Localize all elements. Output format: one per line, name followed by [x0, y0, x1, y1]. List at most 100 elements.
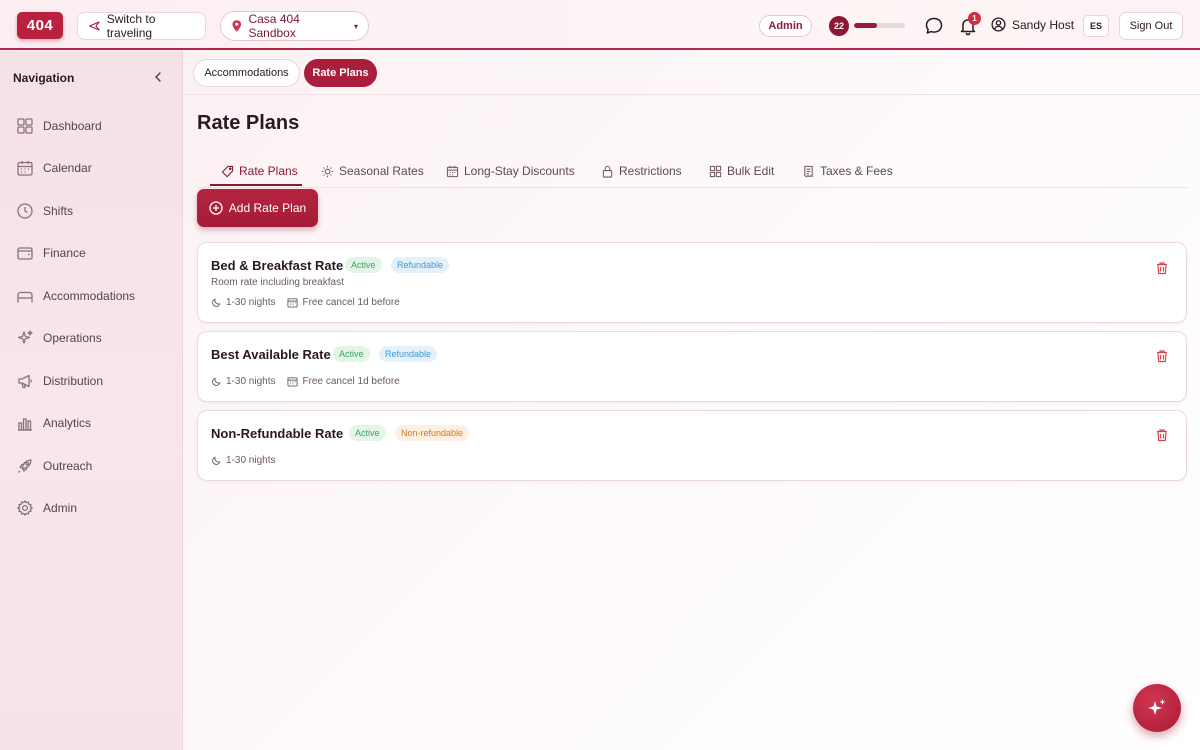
tab-rate-plans[interactable]: Rate Plans [221, 156, 298, 186]
sidebar-title: Navigation [13, 71, 75, 85]
calendar-icon [17, 161, 33, 176]
level-progress-bar [854, 23, 905, 28]
rate-plan-tabs: Rate Plans Seasonal Rates Long-Stay Disc… [197, 150, 1188, 188]
add-rate-plan-label: Add Rate Plan [228, 201, 307, 215]
tab-label: Rate Plans [239, 164, 298, 178]
sidebar-item-calendar[interactable]: Calendar [16, 156, 92, 180]
nights-range: 1-30 nights [226, 297, 276, 308]
user-name: Sandy Host [1012, 17, 1075, 32]
tab-label: Taxes & Fees [820, 164, 893, 178]
sidebar-item-label: Distribution [43, 374, 104, 388]
property-name: Casa 404 Sandbox [248, 12, 300, 40]
tab-restrictions[interactable]: Restrictions [601, 156, 682, 186]
sidebar-item-label: Shifts [43, 204, 74, 218]
language-toggle[interactable]: ES [1083, 15, 1109, 37]
ai-assistant-button[interactable] [1133, 684, 1181, 732]
tab-label: Bulk Edit [727, 164, 775, 178]
sidebar-item-label: Calendar [43, 161, 92, 175]
switch-mode-label: Switch to traveling [106, 12, 156, 40]
tab-label: Restrictions [619, 164, 682, 178]
add-rate-plan-button[interactable]: Add Rate Plan [197, 189, 318, 227]
refund-badge: Refundable [379, 346, 438, 362]
grid-icon [709, 165, 722, 177]
status-badge: Active [349, 425, 386, 441]
sidebar-item-label: Accommodations [43, 289, 136, 303]
trash-icon[interactable] [1155, 428, 1169, 442]
clock-icon [17, 203, 33, 219]
rate-plan-card[interactable]: Best Available Rate Active Refundable 1-… [197, 331, 1187, 402]
rate-plan-card[interactable]: Non-Refundable Rate Active Non-refundabl… [197, 410, 1187, 481]
sign-out-button[interactable]: Sign Out [1119, 12, 1183, 40]
sidebar-item-label: Outreach [43, 459, 93, 473]
tab-label: Seasonal Rates [339, 164, 424, 178]
tab-taxes-fees[interactable]: Taxes & Fees [802, 156, 893, 186]
top-bar: 404 Switch to traveling Casa 404 Sandbox… [0, 0, 1200, 50]
moon-icon [212, 377, 221, 386]
role-badge: Admin [759, 15, 812, 37]
calendar-icon [446, 165, 459, 177]
tab-bulk-edit[interactable]: Bulk Edit [709, 156, 774, 186]
rate-plan-card[interactable]: Bed & Breakfast Rate Active Refundable R… [197, 242, 1187, 323]
sidebar-item-accommodations[interactable]: Accommodations [16, 284, 135, 308]
section-subtabs: Accommodations Rate Plans [184, 51, 1200, 95]
sidebar-item-admin[interactable]: Admin [16, 496, 77, 520]
wallet-icon [17, 247, 33, 260]
sparkles-icon [1148, 699, 1166, 715]
sidebar-item-outreach[interactable]: Outreach [16, 454, 92, 478]
trash-icon[interactable] [1155, 349, 1169, 363]
nights-range: 1-30 nights [226, 455, 276, 466]
trash-icon[interactable] [1155, 261, 1169, 275]
switch-mode-button[interactable]: Switch to traveling [77, 12, 206, 40]
bed-icon [17, 291, 33, 303]
subtab-rate-plans[interactable]: Rate Plans [304, 59, 377, 87]
calendar-icon [287, 298, 299, 308]
level-progress-fill [854, 23, 877, 28]
receipt-icon [804, 165, 813, 177]
sidebar: Navigation Dashboard Calendar Shifts Fin… [0, 51, 183, 750]
sidebar-item-dashboard[interactable]: Dashboard [16, 114, 102, 138]
sidebar-item-operations[interactable]: Operations [16, 326, 102, 350]
user-menu[interactable]: Sandy Host [991, 17, 1074, 32]
app-logo[interactable]: 404 [17, 12, 63, 39]
rate-plan-name: Bed & Breakfast Rate [211, 258, 344, 273]
cancellation-policy: Free cancel 1d before [302, 297, 400, 308]
subtab-accommodations[interactable]: Accommodations [193, 59, 300, 87]
property-selector[interactable]: Casa 404 Sandbox ▾ [220, 11, 369, 41]
sidebar-item-label: Finance [43, 246, 86, 260]
page-title: Rate Plans [197, 112, 300, 134]
grid-icon [17, 118, 33, 134]
chat-icon [925, 17, 943, 34]
tag-icon [221, 165, 234, 177]
status-badge: Active [345, 257, 382, 273]
notification-count-badge: 1 [968, 12, 981, 25]
gear-icon [17, 500, 33, 516]
rate-plan-description: Room rate including breakfast [211, 277, 344, 288]
nights-range: 1-30 nights [226, 376, 276, 387]
plus-circle-icon [209, 201, 223, 215]
calendar-icon [287, 377, 299, 387]
status-badge: Active [333, 346, 370, 362]
rocket-icon [18, 459, 32, 473]
moon-icon [212, 456, 221, 465]
rate-plan-meta: 1-30 nights Free cancel 1d before [211, 376, 400, 387]
map-pin-icon [232, 20, 242, 32]
tab-label: Long-Stay Discounts [464, 164, 575, 178]
rate-plan-meta: 1-30 nights Free cancel 1d before [211, 297, 400, 308]
rate-plan-name: Best Available Rate [211, 347, 331, 362]
chat-button[interactable] [924, 16, 944, 36]
sidebar-item-distribution[interactable]: Distribution [16, 369, 103, 393]
plane-icon [89, 21, 100, 31]
moon-icon [212, 298, 221, 307]
sidebar-item-analytics[interactable]: Analytics [16, 411, 91, 435]
chevron-left-icon[interactable] [152, 71, 164, 83]
chevron-down-icon: ▾ [353, 21, 358, 31]
tab-seasonal-rates[interactable]: Seasonal Rates [321, 156, 424, 186]
tab-long-stay-discounts[interactable]: Long-Stay Discounts [446, 156, 575, 186]
sidebar-item-finance[interactable]: Finance [16, 241, 86, 265]
active-tab-indicator [210, 184, 302, 186]
rate-plan-meta: 1-30 nights [211, 455, 275, 466]
sidebar-item-shifts[interactable]: Shifts [16, 199, 73, 223]
sparkles-icon [17, 330, 33, 344]
sidebar-item-label: Admin [43, 501, 78, 515]
level-badge: 22 [829, 16, 849, 36]
